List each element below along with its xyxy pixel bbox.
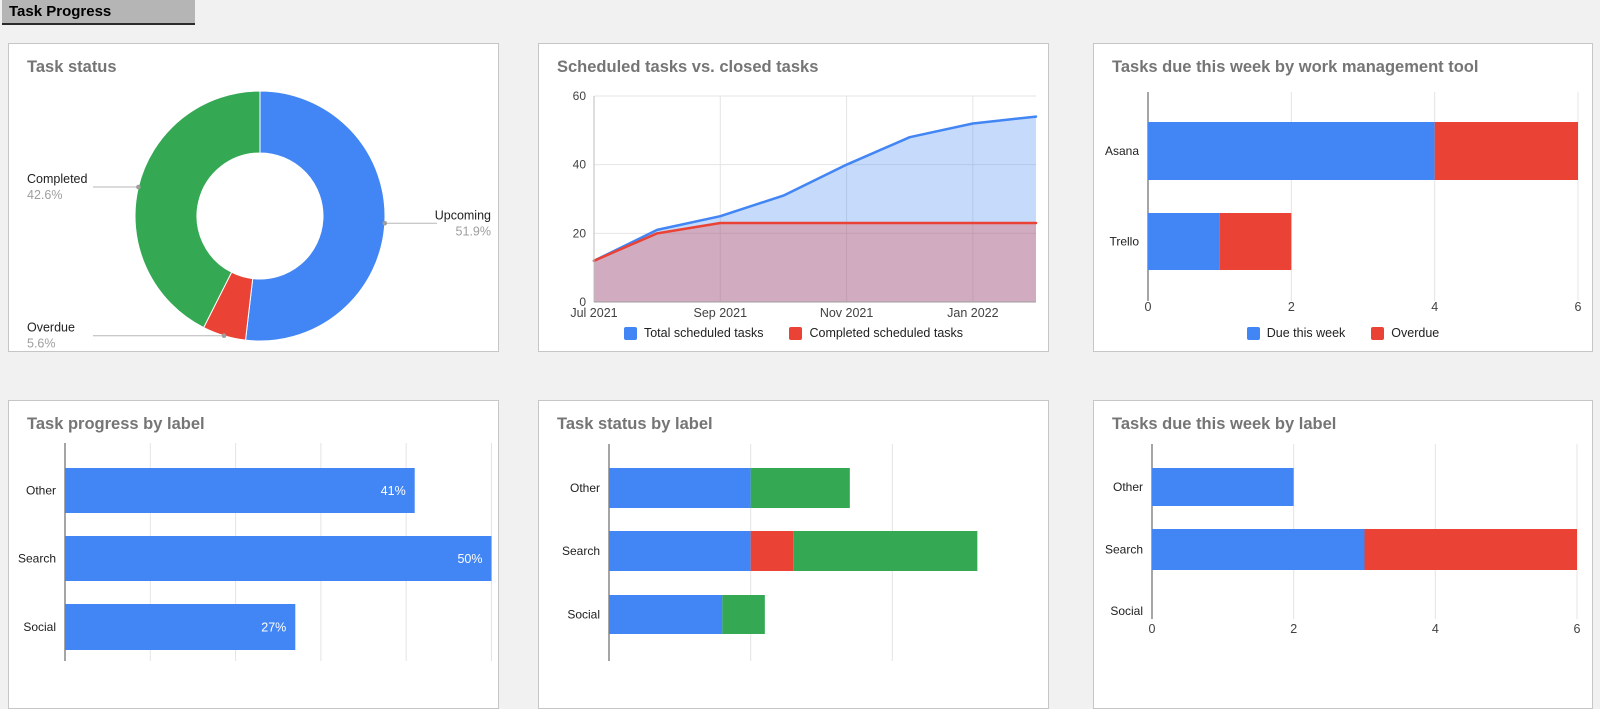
bar-segment[interactable] [609, 595, 723, 634]
chart-text: Overdue [27, 321, 75, 335]
chart-title-progress-by-label: Task progress by label [27, 415, 205, 433]
sheet-tab-task-progress[interactable]: Task Progress [2, 0, 195, 25]
chart-title-due-by-tool: Tasks due this week by work management t… [1112, 58, 1479, 76]
chart-text: Search [1105, 543, 1143, 557]
donut-slice-upcoming[interactable] [244, 90, 386, 342]
card-task-status: Task status Upcoming 51.9% Overdue 5.6% Comp… [8, 43, 499, 352]
card-progress-by-label: Task progress by label Other 41% Search 50%… [8, 400, 499, 709]
chart-text: Social [567, 608, 600, 622]
legend-item-completed-scheduled: Completed scheduled tasks [789, 326, 963, 340]
legend-swatch-blue [1246, 326, 1260, 340]
card-due-by-label: Tasks due this week by label Other Search… [1093, 400, 1593, 709]
chart-text: Completed [27, 172, 87, 186]
callout-dot [221, 333, 227, 339]
chart-text: Trello [1109, 235, 1139, 249]
legend-due-by-tool: Due this week Overdue [1094, 325, 1592, 341]
callout-dot [136, 184, 141, 190]
area-fill [594, 223, 1036, 302]
legend-swatch-red [789, 326, 803, 340]
chart-text: 60 [573, 89, 587, 103]
due-by-label-bar-chart[interactable]: Other Search Social 0 2 4 6 [1094, 401, 1592, 708]
task-status-donut-chart[interactable]: Upcoming 51.9% Overdue 5.6% Completed 42.6% [9, 44, 498, 351]
card-status-by-label: Task status by label Other Search Social [538, 400, 1049, 709]
chart-text: Sep 2021 [694, 306, 748, 320]
bar-segment[interactable] [750, 531, 794, 571]
chart-title-task-status: Task status [27, 58, 117, 76]
bar-segment[interactable] [1148, 213, 1220, 270]
chart-text: 20 [573, 226, 587, 240]
legend-item-total-scheduled: Total scheduled tasks [623, 326, 764, 340]
bar-segment[interactable] [793, 531, 978, 571]
legend-label: Total scheduled tasks [643, 326, 764, 340]
legend-item-due-this-week: Due this week [1246, 326, 1346, 340]
status-by-label-bar-chart[interactable]: Other Search Social [539, 401, 1048, 708]
bar-segment[interactable] [609, 468, 751, 508]
chart-text: 6 [1574, 622, 1581, 636]
chart-text: 6 [1575, 300, 1582, 314]
legend-label: Completed scheduled tasks [809, 326, 964, 340]
chart-text: 0 [1149, 622, 1156, 636]
chart-text: 4 [1432, 622, 1439, 636]
bar-segment[interactable] [1434, 122, 1578, 180]
card-due-by-tool: Tasks due this week by work management t… [1093, 43, 1593, 352]
bar-segment[interactable] [750, 468, 850, 508]
chart-text: Jan 2022 [947, 306, 998, 320]
legend-item-overdue: Overdue [1371, 326, 1439, 340]
chart-text: 2 [1290, 622, 1297, 636]
legend-label: Due this week [1266, 326, 1346, 340]
chart-text: 42.6% [27, 188, 62, 202]
chart-text: Search [18, 552, 56, 566]
chart-title-due-by-label: Tasks due this week by label [1112, 415, 1337, 433]
chart-text: Jul 2021 [570, 306, 617, 320]
chart-text: 2 [1288, 300, 1295, 314]
bar-segment[interactable] [65, 468, 415, 513]
chart-text: 0 [1145, 300, 1152, 314]
chart-text: Asana [1105, 144, 1139, 158]
legend-swatch-blue [623, 326, 637, 340]
chart-text: 27% [261, 621, 286, 635]
chart-text: 50% [457, 552, 482, 566]
chart-title-scheduled-vs-closed: Scheduled tasks vs. closed tasks [557, 58, 819, 76]
chart-text: Other [26, 484, 56, 498]
callout-dot [382, 220, 388, 226]
chart-text: Nov 2021 [820, 306, 874, 320]
chart-text: 5.6% [27, 337, 56, 351]
chart-text: Social [1110, 604, 1143, 618]
chart-text: Search [562, 544, 600, 558]
scheduled-vs-closed-area-chart[interactable]: 0204060Jul 2021 Sep 2021 Nov 2021 Jan 2022 [539, 44, 1048, 322]
card-scheduled-vs-closed: Scheduled tasks vs. closed tasks 0 20 40 60… [538, 43, 1049, 352]
chart-title-status-by-label: Task status by label [557, 415, 713, 433]
chart-text: Social [23, 620, 56, 634]
chart-text: Upcoming [435, 208, 491, 222]
bar-segment[interactable] [65, 536, 492, 581]
chart-text: 51.9% [456, 224, 491, 238]
bar-segment[interactable] [1219, 213, 1292, 270]
bar-segment[interactable] [1152, 468, 1294, 506]
due-by-tool-bar-chart[interactable]: Asana Trello 0 2 4 6 [1094, 44, 1592, 322]
bar-segment[interactable] [1152, 529, 1365, 570]
legend-swatch-red [1371, 326, 1385, 340]
sheet-tab-label: Task Progress [9, 3, 112, 20]
bar-segment[interactable] [722, 595, 765, 634]
progress-by-label-bar-chart[interactable]: Other 41% Search 50% Social 27% [9, 401, 498, 708]
chart-text: Other [1113, 480, 1143, 494]
legend-scheduled-vs-closed: Total scheduled tasks Completed schedule… [539, 325, 1048, 341]
bar-segment[interactable] [1364, 529, 1578, 570]
legend-label: Overdue [1391, 326, 1440, 340]
chart-text: 41% [381, 484, 406, 498]
chart-text: 40 [573, 158, 587, 172]
chart-text: 4 [1431, 300, 1438, 314]
bar-segment[interactable] [1148, 122, 1435, 180]
chart-text: Other [570, 481, 600, 495]
bar-segment[interactable] [609, 531, 751, 571]
